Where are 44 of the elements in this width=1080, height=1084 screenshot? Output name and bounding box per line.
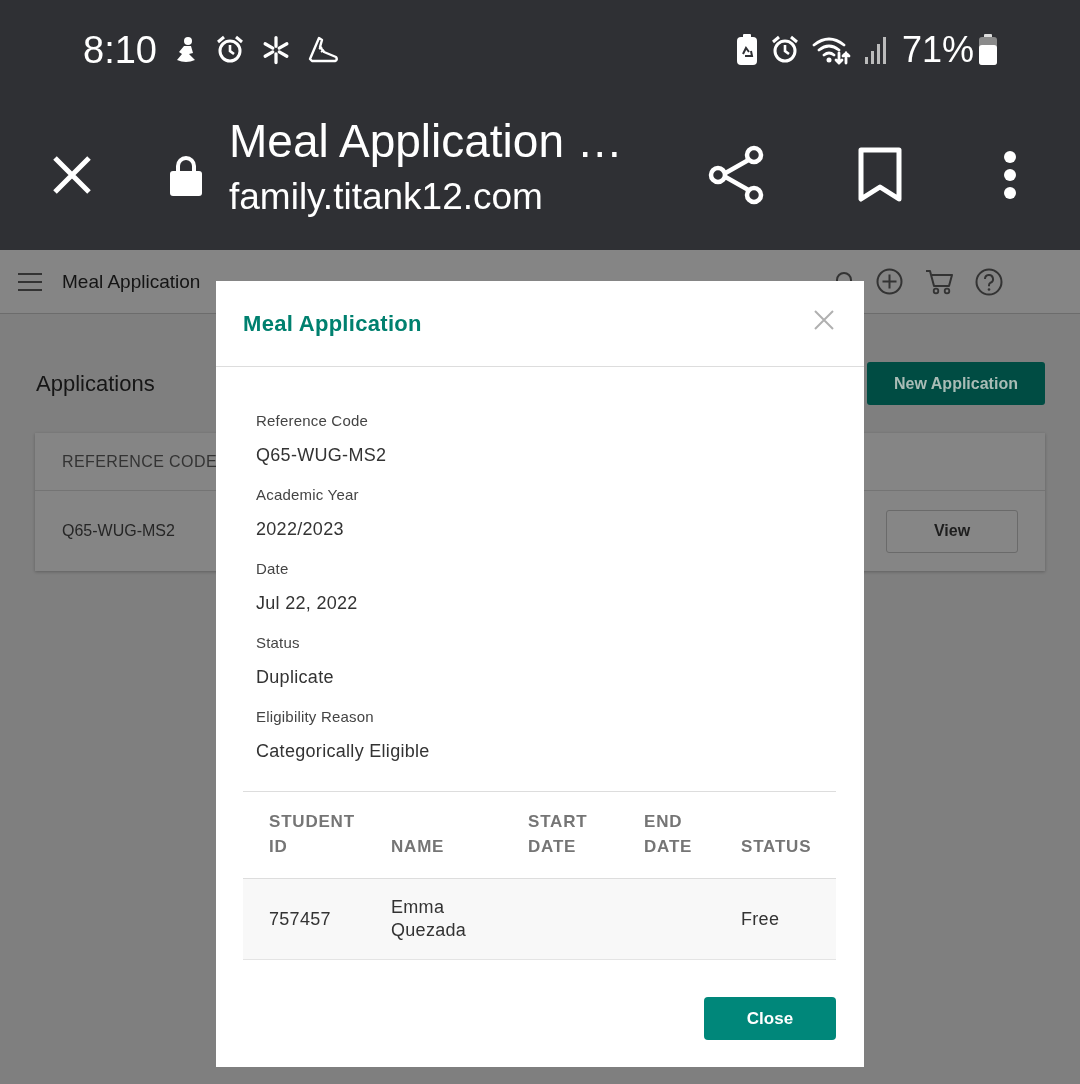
- table-cell: Free: [715, 878, 836, 960]
- column-header: END DATE: [618, 791, 715, 879]
- field-value: Duplicate: [256, 666, 334, 689]
- menu-icon[interactable]: [18, 271, 42, 292]
- field-label: Status: [256, 633, 300, 653]
- wifi-icon: [811, 35, 852, 65]
- field-value: Jul 22, 2022: [256, 592, 358, 615]
- new-application-button[interactable]: New Application: [867, 362, 1045, 405]
- clock-time: 8:10: [83, 28, 157, 72]
- cart-icon[interactable]: [925, 268, 953, 295]
- field-label: Academic Year: [256, 485, 359, 505]
- page-title: Meal Application …: [229, 115, 623, 167]
- view-button[interactable]: View: [886, 509, 1018, 553]
- field-value: Categorically Eligible: [256, 740, 430, 763]
- bookmark-icon[interactable]: [858, 147, 902, 203]
- field-label: Reference Code: [256, 411, 369, 431]
- table-cell: Q65-WUG-MS2: [62, 522, 175, 540]
- column-header: NAME: [365, 791, 502, 879]
- more-icon[interactable]: [1003, 150, 1017, 200]
- column-header: STATUS: [715, 791, 836, 879]
- field-label: Eligibility Reason: [256, 707, 374, 727]
- alarm-clock-icon: [769, 35, 800, 65]
- page-heading: Applications: [36, 370, 155, 397]
- battery-icon: [978, 34, 998, 66]
- site-title: Meal Application: [62, 270, 201, 293]
- field-value: 2022/2023: [256, 518, 344, 541]
- column-header: START DATE: [502, 791, 618, 879]
- share-icon[interactable]: [708, 145, 764, 205]
- close-button[interactable]: Close: [704, 997, 836, 1040]
- field-label: Date: [256, 559, 289, 579]
- field-value: Q65-WUG-MS2: [256, 444, 387, 467]
- shoe-icon: [306, 35, 339, 65]
- table-cell: 757457: [243, 878, 365, 960]
- battery-saver-icon: [735, 34, 758, 66]
- page-url[interactable]: family.titank12.com: [229, 176, 543, 218]
- alarm-clock-icon: [214, 35, 245, 65]
- column-header: REFERENCE CODE: [62, 452, 217, 471]
- help-icon[interactable]: [975, 267, 1003, 296]
- table-cell: Emma Quezada: [365, 878, 502, 960]
- battery-percentage: 71%: [901, 28, 974, 72]
- add-icon[interactable]: [876, 268, 903, 295]
- column-header: STUDENT ID: [243, 791, 365, 879]
- dialog-title: Meal Application: [243, 310, 422, 337]
- lock-icon: [170, 154, 202, 196]
